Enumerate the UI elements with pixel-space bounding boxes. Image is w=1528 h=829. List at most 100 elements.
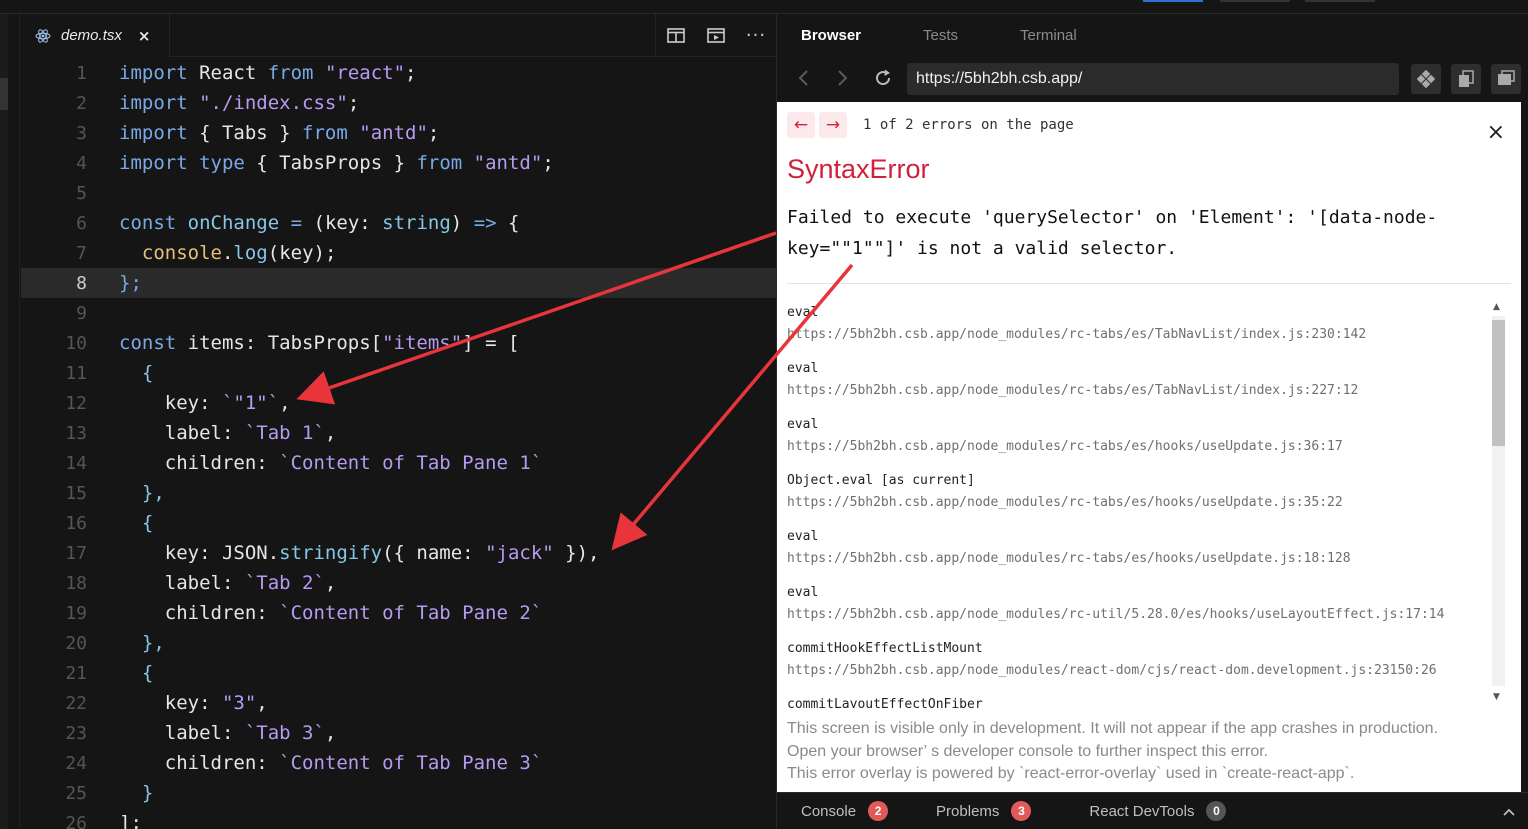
problems-tab[interactable]: Problems 3 xyxy=(936,801,1032,821)
code-text: children: `Content of Tab Pane 1` xyxy=(119,452,543,474)
code-text: } xyxy=(119,782,154,804)
url-input[interactable]: https://5bh2bh.csb.app/ xyxy=(907,63,1399,95)
scrollbar[interactable]: ▲ ▼ xyxy=(1489,298,1507,708)
tab-terminal[interactable]: Terminal xyxy=(1020,27,1077,44)
browser-panel: Browser Tests Terminal https://5bh2bh.cs… xyxy=(776,14,1528,829)
line-number: 10 xyxy=(65,332,87,354)
code-text: import { Tabs } from "antd"; xyxy=(119,122,440,144)
code-line: 16 { xyxy=(21,508,776,538)
line-number: 22 xyxy=(65,692,87,714)
code-text: label: `Tab 2`, xyxy=(119,572,337,594)
scrollbar-thumb[interactable] xyxy=(1492,320,1505,446)
stack-frame[interactable]: commitHookEffectListMount https://5bh2bh.… xyxy=(787,638,1437,682)
code-text: key: "3", xyxy=(119,692,268,714)
footnote-line: Open your browser’ s developer console t… xyxy=(787,742,1269,760)
code-line: 7 console.log(key); xyxy=(21,238,776,268)
line-number: 4 xyxy=(76,152,87,174)
code-line: 12 key: `"1"`, xyxy=(21,388,776,418)
error-navigation: ← → 1 of 2 errors on the page xyxy=(787,112,1074,138)
code-line: 2 import "./index.css"; xyxy=(21,88,776,118)
line-number: 25 xyxy=(65,782,87,804)
line-number: 9 xyxy=(76,302,87,324)
code-area[interactable]: 1 import React from "react"; 2 import "./i… xyxy=(21,58,776,829)
stack-trace[interactable]: eval https://5bh2bh.csb.app/node_modules/… xyxy=(787,302,1487,708)
scroll-up-icon[interactable]: ▲ xyxy=(1493,302,1500,312)
code-line-active: 8}; xyxy=(21,268,776,298)
window-icon[interactable] xyxy=(1491,64,1521,94)
url-actions xyxy=(1401,64,1521,94)
code-line: 19 children: `Content of Tab Pane 2` xyxy=(21,598,776,628)
code-line: 20 }, xyxy=(21,628,776,658)
code-text: const items: TabsProps["items"] = [ xyxy=(119,332,520,354)
devtools-icon[interactable] xyxy=(1411,64,1441,94)
code-line: 23 label: `Tab 3`, xyxy=(21,718,776,748)
split-editor-icon[interactable] xyxy=(656,14,696,57)
editor-toolbar: ··· xyxy=(655,14,776,57)
stack-frame[interactable]: Object.eval [as current] https://5bh2bh.c… xyxy=(787,470,1343,514)
react-icon xyxy=(35,28,51,44)
code-text: { xyxy=(119,362,154,384)
copy-icon[interactable] xyxy=(1451,64,1481,94)
line-number: 20 xyxy=(65,632,87,654)
code-line: 22 key: "3", xyxy=(21,688,776,718)
scroll-down-icon[interactable]: ▼ xyxy=(1493,692,1500,702)
console-label: Console xyxy=(801,802,857,820)
file-tab-demo[interactable]: demo.tsx × xyxy=(21,14,170,57)
code-line: 15 }, xyxy=(21,478,776,508)
editor-tab-bar: demo.tsx × ··· xyxy=(21,14,776,57)
code-line: 1 import React from "react"; xyxy=(21,58,776,88)
line-number: 8 xyxy=(76,272,87,294)
line-number: 2 xyxy=(76,92,87,114)
code-line: 14 children: `Content of Tab Pane 1` xyxy=(21,448,776,478)
line-number: 18 xyxy=(65,572,87,594)
react-devtools-tab[interactable]: React DevTools 0 xyxy=(1089,801,1227,821)
tab-tests[interactable]: Tests xyxy=(923,27,958,44)
line-number: 12 xyxy=(65,392,87,414)
top-grey-indicator xyxy=(1305,0,1375,2)
stack-frame[interactable]: eval https://5bh2bh.csb.app/node_modules/… xyxy=(787,358,1358,402)
reload-icon[interactable] xyxy=(863,68,903,93)
stack-frame[interactable]: eval https://5bh2bh.csb.app/node_modules/… xyxy=(787,582,1444,626)
code-editor: demo.tsx × ··· 1 import React from "react… xyxy=(21,14,776,829)
error-message-line: key=""1""]' is not a valid selector. xyxy=(787,238,1178,259)
forward-icon[interactable] xyxy=(823,68,863,93)
devtools-bar: Console 2 Problems 3 React DevTools 0 xyxy=(777,792,1528,829)
code-line: 24 children: `Content of Tab Pane 3` xyxy=(21,748,776,778)
more-icon[interactable]: ··· xyxy=(736,14,776,57)
stack-frame[interactable]: eval https://5bh2bh.csb.app/node_modules/… xyxy=(787,526,1351,570)
browser-tabs: Browser Tests Terminal xyxy=(777,14,1528,57)
line-number: 3 xyxy=(76,122,87,144)
code-line: 5 xyxy=(21,178,776,208)
top-blue-indicator xyxy=(1143,0,1203,2)
chevron-up-icon[interactable] xyxy=(1503,804,1515,820)
code-text: label: `Tab 3`, xyxy=(119,722,337,744)
preview-icon[interactable] xyxy=(696,14,736,57)
code-text: console.log(key); xyxy=(141,242,337,264)
footnote-line: This screen is visible only in developme… xyxy=(787,720,1439,737)
app-window: demo.tsx × ··· 1 import React from "react… xyxy=(0,0,1528,829)
code-line: 26]; xyxy=(21,808,776,829)
code-line: 21 { xyxy=(21,658,776,688)
error-message: Failed to execute 'querySelector' on 'El… xyxy=(787,202,1487,264)
close-icon[interactable]: × xyxy=(1487,120,1505,145)
stack-frame[interactable]: eval https://5bh2bh.csb.app/node_modules/… xyxy=(787,302,1366,346)
console-badge: 2 xyxy=(868,801,889,821)
problems-badge: 3 xyxy=(1011,801,1032,821)
tab-browser[interactable]: Browser xyxy=(801,27,861,44)
code-line: 6 const onChange = (key: string) => { xyxy=(21,208,776,238)
sidebar-edge xyxy=(8,14,20,829)
back-icon[interactable] xyxy=(783,68,823,93)
code-text: label: `Tab 1`, xyxy=(119,422,337,444)
console-tab[interactable]: Console 2 xyxy=(801,801,889,821)
stack-frame[interactable]: eval https://5bh2bh.csb.app/node_modules/… xyxy=(787,414,1343,458)
prev-error-button[interactable]: ← xyxy=(787,112,815,138)
devtools-badge: 0 xyxy=(1206,801,1227,821)
code-text: { xyxy=(119,512,154,534)
stack-frame[interactable]: commitLayoutEffectOnFiber xyxy=(787,694,983,708)
code-text: }, xyxy=(119,632,165,654)
close-icon[interactable]: × xyxy=(138,27,151,45)
code-text: import React from "react"; xyxy=(119,62,417,84)
activity-bar xyxy=(0,14,8,829)
next-error-button[interactable]: → xyxy=(819,112,847,138)
overlay-footnote: This screen is visible only in developme… xyxy=(787,718,1487,786)
